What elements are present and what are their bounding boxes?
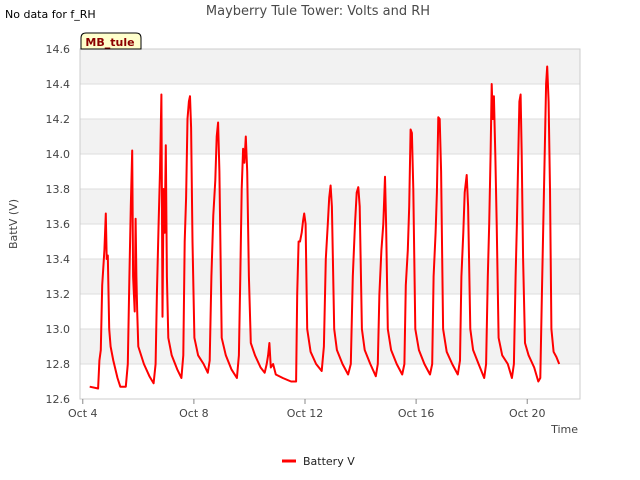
y-tick-label: 14.4 [46, 78, 71, 91]
y-tick-label: 14.0 [46, 148, 71, 161]
y-axis-label: BattV (V) [7, 199, 20, 249]
y-tick-label: 12.6 [46, 393, 71, 406]
x-tick-label: Oct 12 [287, 407, 324, 420]
y-tick-label: 13.6 [46, 218, 71, 231]
x-tick-label: Oct 16 [398, 407, 435, 420]
y-tick-label: 13.4 [46, 253, 71, 266]
plot-band [80, 259, 580, 294]
chart-title: Mayberry Tule Tower: Volts and RH [206, 4, 430, 19]
x-tick-label: Oct 4 [68, 407, 98, 420]
y-tick-label: 14.2 [46, 113, 71, 126]
y-tick-label: 13.8 [46, 183, 71, 196]
x-tick-label: Oct 8 [179, 407, 209, 420]
plot-band [80, 49, 580, 84]
chart-svg: No data for f_RH Mayberry Tule Tower: Vo… [0, 0, 640, 480]
no-data-note: No data for f_RH [5, 8, 96, 21]
plot-band [80, 119, 580, 154]
y-tick-label: 13.0 [46, 323, 71, 336]
site-badge-label: MB_tule [85, 36, 134, 49]
y-tick-label: 12.8 [46, 358, 71, 371]
site-badge: MB_tule [80, 32, 142, 50]
x-axis-label: Time [550, 423, 578, 436]
legend-label-battery-v: Battery V [303, 455, 355, 468]
y-tick-label: 13.2 [46, 288, 71, 301]
x-tick-label: Oct 20 [509, 407, 546, 420]
y-tick-label: 14.6 [46, 43, 71, 56]
